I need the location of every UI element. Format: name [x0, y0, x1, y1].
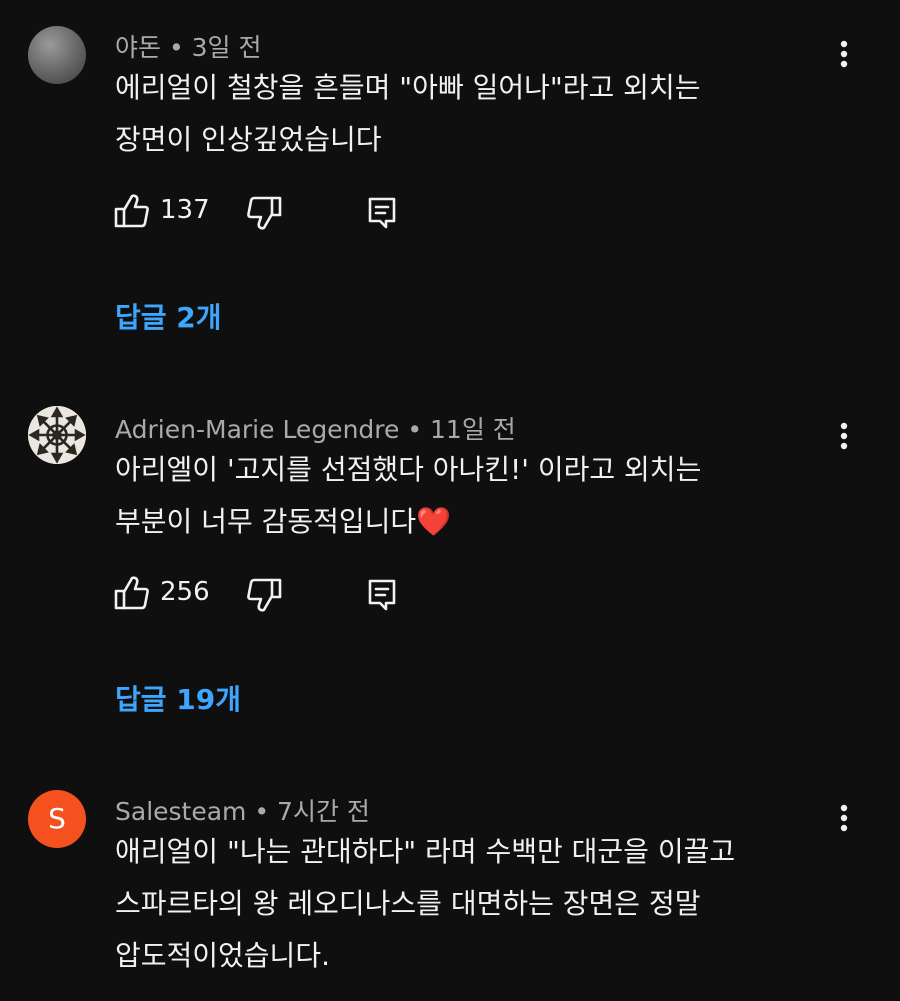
avatar[interactable] — [28, 26, 86, 84]
comment-menu-button[interactable] — [826, 32, 862, 76]
comment-line: 아리엘이 '고지를 선점했다 아나킨!' 이라고 외치는 — [115, 453, 702, 486]
comment-line: 스파르타의 왕 레오디나스를 대면하는 장면은 정말 — [115, 887, 701, 920]
heart-emoji: ❤️ — [416, 505, 452, 538]
comment-text: 애리얼이 "나는 관대하다" 라며 수백만 대군을 이끌고 스파르타의 왕 레오… — [115, 826, 815, 982]
author-name[interactable]: 야돈 — [115, 33, 161, 62]
thumbs-down-icon — [247, 196, 282, 230]
thumbs-down-icon — [247, 578, 282, 612]
meta-separator: • — [161, 33, 192, 62]
comment-time[interactable]: 7시간 전 — [277, 797, 370, 826]
comment-line: 애리얼이 "나는 관대하다" 라며 수백만 대군을 이끌고 — [115, 835, 736, 868]
comment-line: 장면이 인상깊었습니다 — [115, 123, 382, 156]
replies-toggle[interactable]: 답글 2개 — [115, 296, 222, 336]
dislike-button[interactable] — [244, 572, 284, 616]
author-name[interactable]: Salesteam — [115, 797, 246, 826]
comment-line: 에리얼이 철창을 흔들며 "아빠 일어나"라고 외치는 — [115, 71, 701, 104]
comment-line: 부분이 너무 감동적입니다❤️ — [115, 496, 815, 548]
like-count: 137 — [160, 195, 210, 225]
comment-meta: Adrien-Marie Legendre • 11일 전 — [115, 410, 516, 446]
more-vertical-icon — [840, 804, 848, 832]
reply-icon — [368, 579, 396, 611]
like-button[interactable]: 256 — [112, 572, 212, 616]
comment-line: 압도적이었습니다. — [115, 939, 330, 972]
more-vertical-icon — [840, 40, 848, 68]
comment-menu-button[interactable] — [826, 414, 862, 458]
avatar[interactable]: S — [28, 790, 86, 848]
comment-time[interactable]: 3일 전 — [192, 33, 262, 62]
comment-line-text: 부분이 너무 감동적입니다 — [115, 505, 417, 538]
comment-text: 아리엘이 '고지를 선점했다 아나킨!' 이라고 외치는 부분이 너무 감동적입… — [115, 444, 815, 548]
avatar[interactable] — [28, 406, 86, 464]
like-button[interactable]: 137 — [112, 190, 212, 234]
chaos-star-emblem — [28, 406, 86, 464]
like-count: 256 — [160, 577, 210, 607]
dislike-button[interactable] — [244, 190, 284, 234]
meta-separator: • — [399, 415, 431, 444]
reply-button[interactable] — [362, 572, 402, 616]
replies-toggle[interactable]: 답글 19개 — [115, 678, 241, 718]
comment-meta: Salesteam • 7시간 전 — [115, 792, 370, 828]
reply-button[interactable] — [362, 190, 402, 234]
thumbs-up-icon — [114, 194, 149, 228]
more-vertical-icon — [840, 422, 848, 450]
comment-meta: 야돈 • 3일 전 — [115, 28, 262, 64]
comment-text: 에리얼이 철창을 흔들며 "아빠 일어나"라고 외치는 장면이 인상깊었습니다 — [115, 62, 815, 166]
comment-time[interactable]: 11일 전 — [430, 415, 516, 444]
thumbs-up-icon — [114, 576, 149, 610]
meta-separator: • — [246, 797, 278, 826]
author-name[interactable]: Adrien-Marie Legendre — [115, 415, 399, 444]
reply-icon — [368, 197, 396, 229]
avatar-letter: S — [48, 802, 66, 835]
comment-menu-button[interactable] — [826, 796, 862, 840]
